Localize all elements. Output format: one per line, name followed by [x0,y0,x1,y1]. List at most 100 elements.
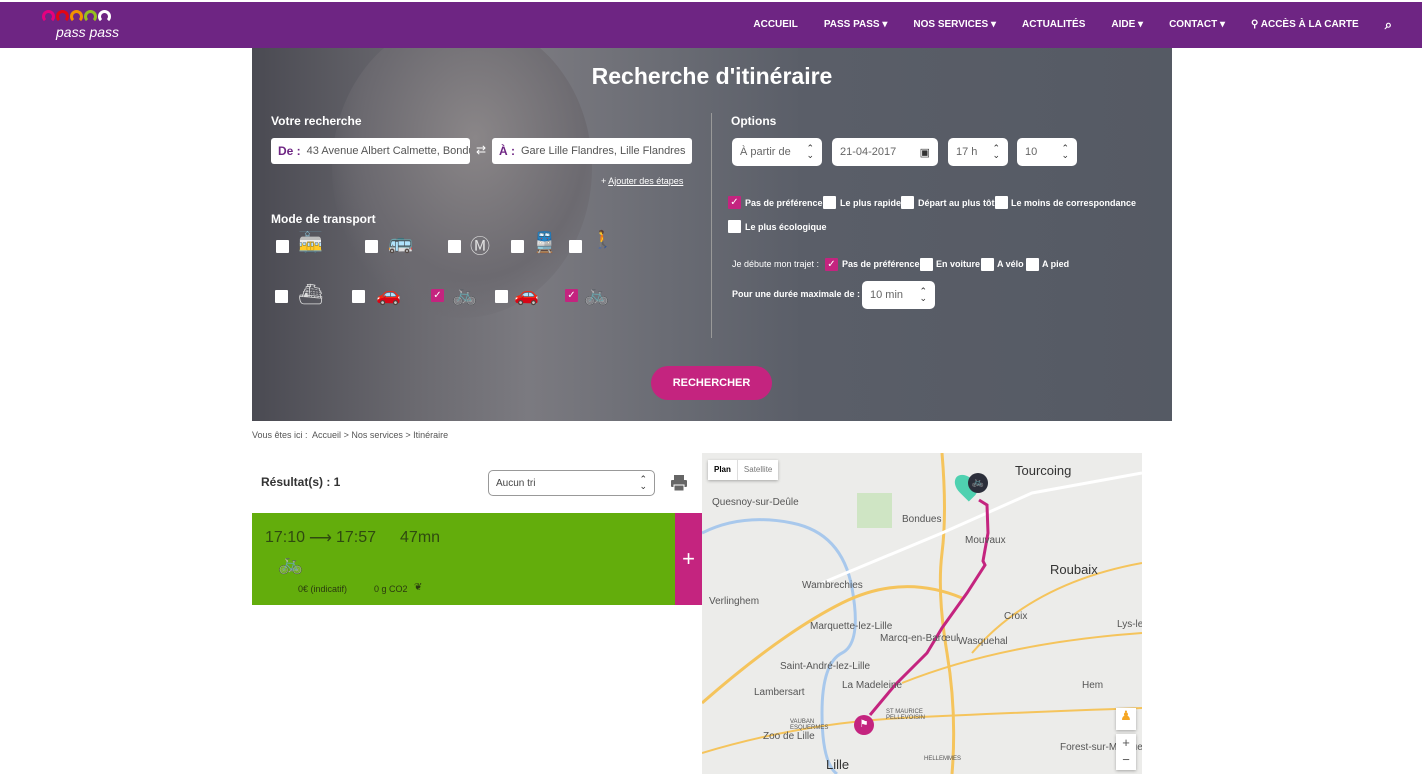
start-checkbox-car[interactable] [920,258,933,271]
destination-flag-marker-icon[interactable]: ⚑ [854,715,874,735]
mode-paid-bike-checkbox[interactable]: ✓ [431,289,444,302]
breadcrumb-accueil[interactable]: Accueil [312,430,341,440]
pref-label: Le plus rapide [840,198,902,208]
bus-icon: 🚌 [388,232,413,254]
pref-checkbox-fewest-transfers[interactable] [995,196,1008,209]
map-place: Zoo de Lille [763,731,815,742]
minute-select[interactable]: 10 ⌃ ⌄ [1017,138,1077,166]
hour-select[interactable]: 17 h ⌃ ⌄ [948,138,1008,166]
to-label: À : [499,144,515,158]
pref-label: Pas de préférence [745,198,823,208]
pref-checkbox-none[interactable]: ✓ [728,196,741,209]
duration-select[interactable]: 10 min ⌃ ⌄ [862,281,935,309]
street-view-pegman-icon[interactable]: ♟ [1116,708,1136,730]
mode-boat-checkbox[interactable] [275,290,288,303]
result-card[interactable]: 17:10 ⟶ 17:57 47mn 🚲 0€ (indicatif) 0 g … [252,513,675,605]
chevron-updown-icon: ⌃ ⌄ [806,143,814,160]
mode-walk-checkbox[interactable] [569,240,582,253]
chevron-updown-icon: ⌃ ⌄ [639,474,647,491]
map-type-toggle: Plan Satellite [708,460,779,480]
map-tab-satellite[interactable]: Satellite [736,460,778,480]
to-field[interactable]: À : Gare Lille Flandres, Lille Flandres [492,138,692,164]
pref-label: Le plus écologique [745,222,827,232]
mode-paid-car-checkbox[interactable] [352,290,365,303]
results-count: Résultat(s) : 1 [261,475,341,489]
logo-text: pass pass [56,24,120,40]
map-place: Marquette-lez-Lille [810,621,893,632]
mode-metro-checkbox[interactable] [448,240,461,253]
map-place: Wambrechies [802,580,863,591]
paid-car-icon: 🚗 [376,284,401,306]
options-label: Options [731,114,777,128]
search-button[interactable]: RECHERCHER [651,366,772,400]
bike-icon: 🚲 [278,553,303,575]
map-place: Lys-lez-Lannoy [1117,619,1142,630]
breadcrumb-nos-services[interactable]: Nos services [351,430,403,440]
nav-nos-services[interactable]: NOS SERVICES ▾ [913,19,996,33]
bike-icon: 🚲 [584,284,609,306]
search-icon[interactable]: ⌕ [1385,17,1392,33]
nav-aide[interactable]: AIDE ▾ [1111,19,1143,33]
start-checkbox-bike[interactable] [981,258,994,271]
swap-icon[interactable]: ⇄ [476,143,486,157]
from-label: De : [278,144,301,158]
mode-bike-checkbox[interactable]: ✓ [565,289,578,302]
map-place: Roubaix [1050,562,1098,577]
boat-icon: ⛴ [298,284,324,306]
leaf-icon: ❦ [414,582,423,593]
arrive-time: 17:57 [335,529,377,546]
duration-label: Pour une durée maximale de : [732,289,861,299]
start-label: Je débute mon trajet : [732,259,820,269]
metro-icon: Ⓜ [470,236,490,258]
breadcrumb-itineraire: Itinéraire [413,430,449,440]
mode-label: Mode de transport [271,212,376,226]
when-select[interactable]: À partir de ⌃ ⌄ [732,138,822,166]
nav-actualites[interactable]: ACTUALITÉS [1022,19,1085,33]
nav-pass-pass[interactable]: PASS PASS ▾ [824,19,888,33]
pref-checkbox-fastest[interactable] [823,196,836,209]
map-place: Quesnoy-sur-Deûle [712,497,799,508]
date-field[interactable]: 21-04-2017 ▣ [832,138,938,166]
start-checkbox-walk[interactable] [1026,258,1039,271]
zoom-out-button[interactable]: − [1116,751,1136,768]
nav-contact[interactable]: CONTACT ▾ [1169,19,1225,33]
map-place: ST MAURICE PELLEVOISIN [886,709,926,721]
add-steps-link[interactable]: + Ajouter des étapes [601,176,683,186]
pref-checkbox-eco[interactable] [728,220,741,233]
divider [711,113,712,338]
trip-duration: 47mn [400,529,441,546]
map-place: HELLEMMES [924,756,962,762]
expand-result-button[interactable]: + [675,513,702,605]
price: 0€ (indicatif) [298,584,348,594]
mode-train-checkbox[interactable] [511,240,524,253]
search-label: Votre recherche [271,114,362,128]
print-icon[interactable] [670,474,688,492]
tram-icon: 🚋 [298,232,323,254]
zoom-in-button[interactable]: + [1116,734,1136,751]
mode-car-checkbox[interactable] [495,290,508,303]
start-option-label: A pied [1042,259,1070,269]
map-place: Marcq-en-Barœul [880,633,959,644]
bike-station-marker-icon[interactable]: 🚲 [968,473,988,493]
pass-pass-logo[interactable]: pass pass [42,10,134,46]
pref-checkbox-earliest[interactable] [901,196,914,209]
from-field[interactable]: De : 43 Avenue Albert Calmette, Bondues [271,138,470,164]
map-place: Lambersart [754,687,805,698]
mode-tram-checkbox[interactable] [276,240,289,253]
map-place: VAUBAN ESQUERMES [790,719,829,731]
map-place: Wasquehal [958,636,1008,647]
route-map[interactable]: Tourcoing Quesnoy-sur-Deûle Bondues Mouv… [702,453,1142,774]
logo-waves [42,10,134,23]
co2: 0 g CO2 [374,584,408,594]
map-place: Lille [826,757,850,772]
start-checkbox-none[interactable]: ✓ [825,258,838,271]
nav-acces-carte[interactable]: ⚲ ACCÈS À LA CARTE [1251,19,1359,33]
map-place: Hem [1082,680,1104,691]
calendar-icon[interactable]: ▣ [920,146,930,159]
to-value: Gare Lille Flandres, Lille Flandres [521,145,686,157]
mode-bus-checkbox[interactable] [365,240,378,253]
nav-accueil[interactable]: ACCUEIL [753,19,797,33]
sort-select[interactable]: Aucun tri ⌃ ⌄ [488,470,655,496]
map-tab-plan[interactable]: Plan [708,460,737,480]
train-icon: 🚆 [532,232,557,254]
